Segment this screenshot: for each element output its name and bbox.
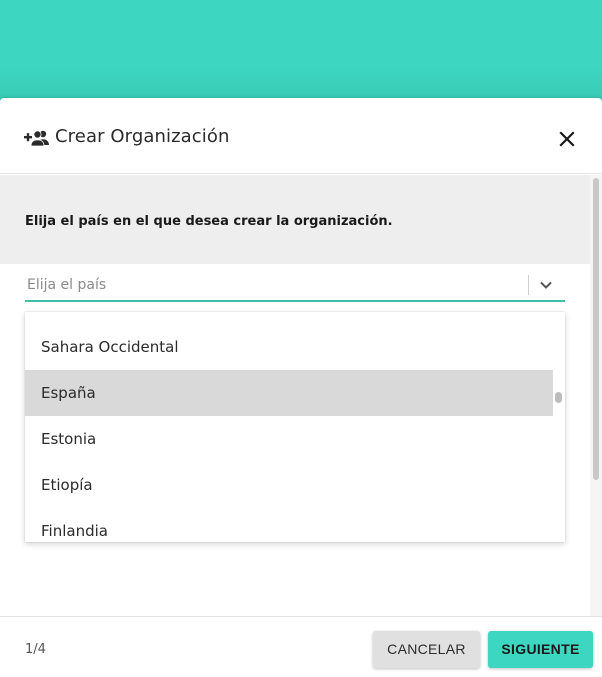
- country-option[interactable]: Estonia: [25, 416, 553, 462]
- country-option[interactable]: Finlandia: [25, 508, 553, 542]
- instruction-text: Elija el país en el que desea crear la o…: [25, 214, 393, 229]
- dialog-header: Crear Organización: [0, 98, 602, 174]
- dialog-title: Crear Organización: [55, 126, 230, 147]
- next-button[interactable]: SIGUIENTE: [488, 631, 593, 668]
- step-indicator: 1/4: [25, 642, 46, 657]
- chevron-down-icon[interactable]: [538, 277, 554, 293]
- instruction-panel: Elija el país en el que desea crear la o…: [0, 175, 590, 264]
- country-option[interactable]: Sahara Occidental: [25, 324, 553, 370]
- backdrop: [0, 0, 602, 98]
- country-option[interactable]: Etiopía: [25, 462, 553, 508]
- country-option-selected[interactable]: España: [25, 370, 553, 416]
- select-separator: [528, 275, 529, 295]
- dialog-scrollbar[interactable]: [590, 175, 602, 616]
- add-group-icon: [24, 130, 49, 147]
- dialog-scrollbar-thumb[interactable]: [593, 178, 599, 480]
- dropdown-scrollbar[interactable]: [555, 392, 562, 403]
- create-organization-dialog: Crear Organización Elija el país en el q…: [0, 98, 602, 677]
- country-option-label: España: [41, 384, 96, 402]
- country-select[interactable]: Elija el país: [25, 273, 565, 302]
- country-select-placeholder: Elija el país: [27, 277, 107, 293]
- country-option-label: Etiopía: [41, 476, 93, 494]
- country-option-label: Estonia: [41, 430, 97, 448]
- dialog-footer: 1/4 CANCELAR SIGUIENTE: [0, 616, 602, 677]
- close-icon[interactable]: [555, 127, 579, 151]
- country-option-label: Finlandia: [41, 522, 108, 540]
- country-option-label: Sahara Occidental: [41, 338, 179, 356]
- country-dropdown-list: Sahara Occidental España Estonia Etiopía…: [25, 312, 565, 542]
- cancel-button[interactable]: CANCELAR: [373, 631, 480, 668]
- dialog-body: Elija el país en el que desea crear la o…: [0, 175, 602, 616]
